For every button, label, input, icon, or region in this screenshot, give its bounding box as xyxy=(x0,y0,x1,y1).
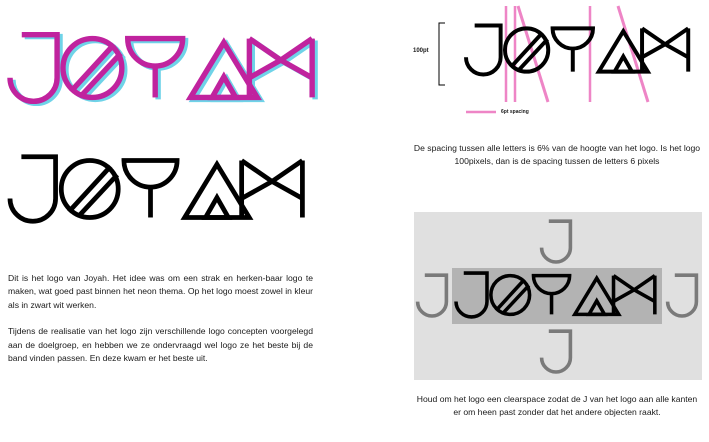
clearspace-j-right xyxy=(665,273,699,318)
description-paragraph-1: Dit is het logo van Joyah. Het idee was … xyxy=(8,273,313,310)
spacing-diagram: 100pt 6pt spacing xyxy=(410,0,709,135)
clearspace-diagram xyxy=(414,212,702,380)
spacing-caption: De spacing tussen alle letters is 6% van… xyxy=(413,143,701,166)
color-logo xyxy=(10,28,320,108)
spacing-label: 6pt spacing xyxy=(501,109,529,115)
clearspace-j-top xyxy=(539,219,573,264)
clearspace-logo xyxy=(454,271,657,319)
clearspace-j-bottom xyxy=(539,329,573,374)
clearspace-caption: Houd om het logo een clearspace zodat de… xyxy=(416,394,698,417)
clearspace-j-left xyxy=(415,273,449,318)
black-logo xyxy=(10,150,310,228)
spacing-logo xyxy=(464,23,691,77)
logo-description: Dit is het logo van Joyah. Het idee was … xyxy=(8,272,313,365)
description-paragraph-2: Tijdens de realisatie van het logo zijn … xyxy=(8,326,313,364)
